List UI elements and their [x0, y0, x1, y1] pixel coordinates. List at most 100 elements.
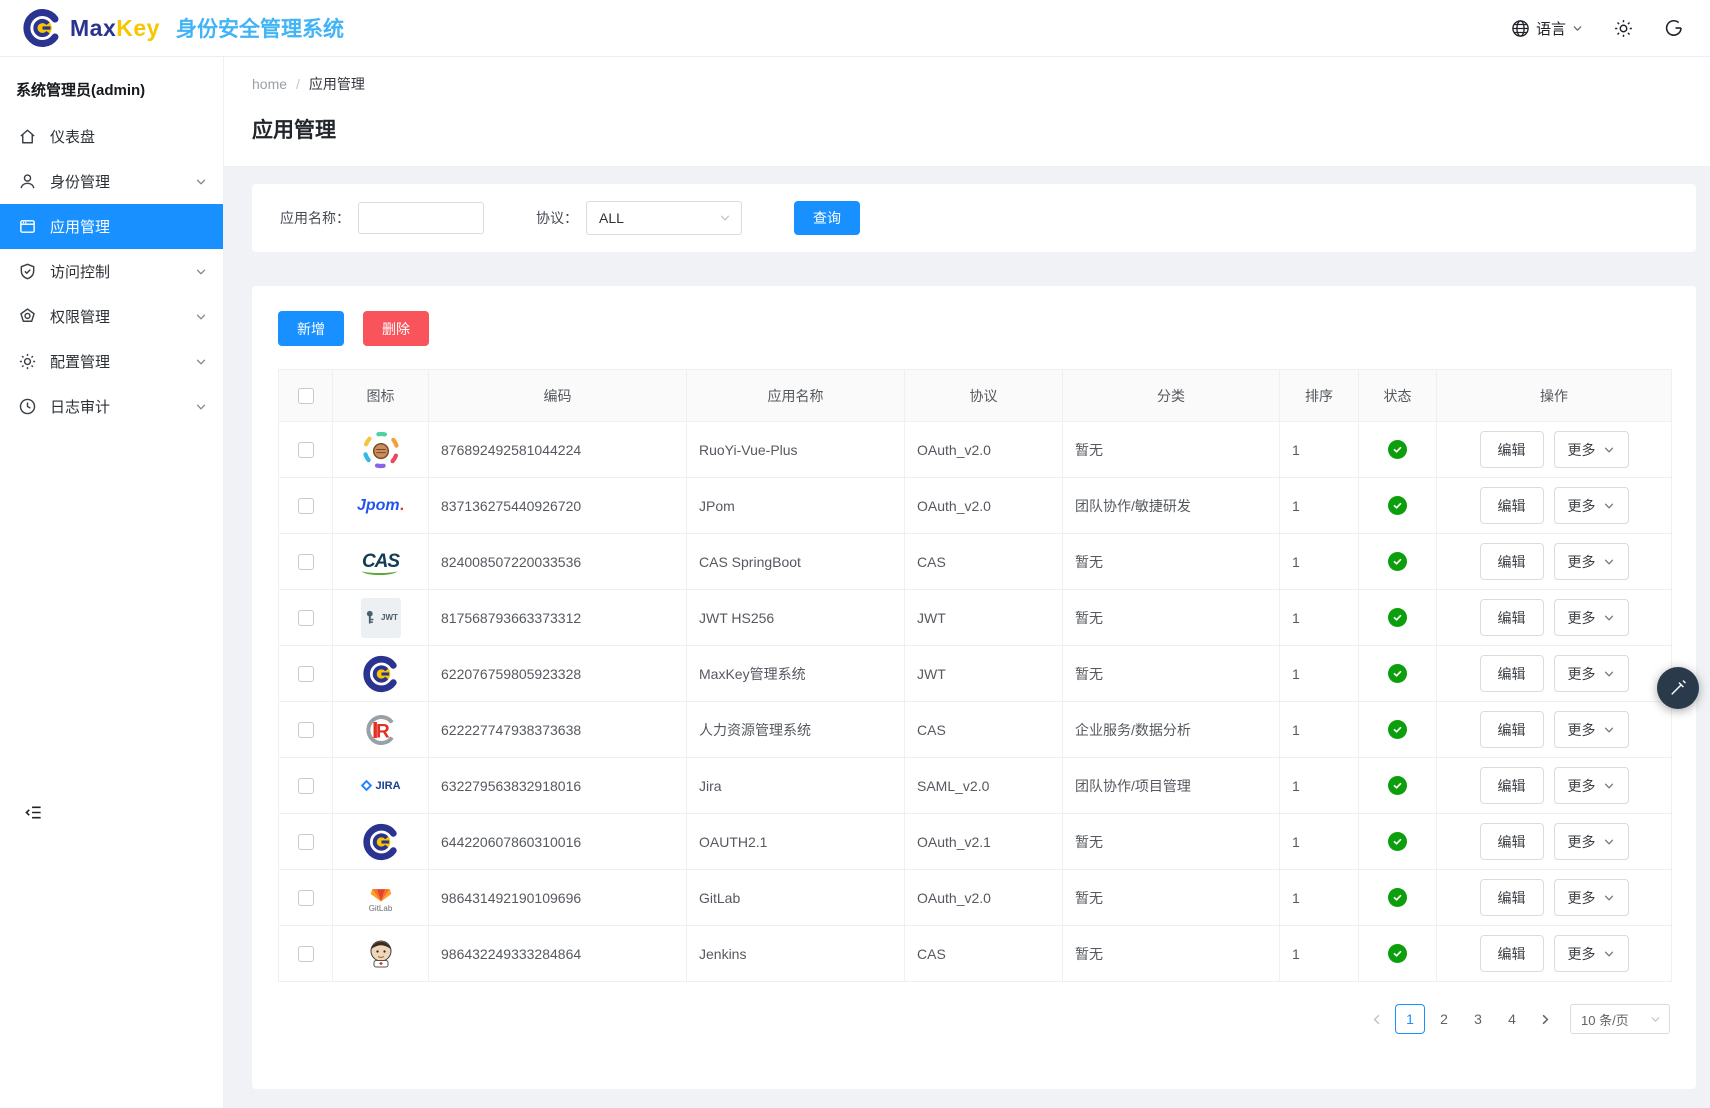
select-all-checkbox[interactable] — [298, 388, 314, 404]
chevron-down-icon — [1603, 724, 1615, 736]
add-button[interactable]: 新增 — [278, 311, 344, 346]
home-icon — [18, 127, 37, 146]
more-button[interactable]: 更多 — [1554, 879, 1629, 916]
edit-button[interactable]: 编辑 — [1480, 655, 1544, 692]
more-button[interactable]: 更多 — [1554, 599, 1629, 636]
app-category: 暂无 — [1063, 814, 1280, 870]
chevron-down-icon — [1603, 892, 1615, 904]
app-category: 暂无 — [1063, 646, 1280, 702]
page-number-4[interactable]: 4 — [1497, 1004, 1527, 1034]
edit-button[interactable]: 编辑 — [1480, 823, 1544, 860]
sidebar-item-audit[interactable]: 日志审计 — [0, 384, 223, 429]
globe-icon — [1511, 19, 1530, 38]
edit-button[interactable]: 编辑 — [1480, 767, 1544, 804]
badge-icon — [18, 307, 37, 326]
row-checkbox[interactable] — [298, 834, 314, 850]
row-checkbox[interactable] — [298, 666, 314, 682]
col-code: 编码 — [429, 370, 687, 422]
more-button[interactable]: 更多 — [1554, 487, 1629, 524]
apps-icon — [18, 217, 37, 236]
current-user-label: 系统管理员(admin) — [0, 57, 223, 114]
chevron-down-icon — [195, 266, 207, 278]
app-icon-maxkey — [359, 652, 403, 696]
edit-button[interactable]: 编辑 — [1480, 487, 1544, 524]
app-category: 暂无 — [1063, 534, 1280, 590]
row-checkbox[interactable] — [298, 610, 314, 626]
app-name: CAS SpringBoot — [687, 534, 905, 590]
app-sort: 1 — [1280, 926, 1359, 982]
app-name: Jira — [687, 758, 905, 814]
edit-button[interactable]: 编辑 — [1480, 879, 1544, 916]
col-category: 分类 — [1063, 370, 1280, 422]
page-size-select[interactable]: 10 条/页 — [1570, 1004, 1670, 1034]
user-icon — [18, 172, 37, 191]
app-protocol: CAS — [905, 534, 1063, 590]
app-code: 986432249333284864 — [429, 926, 687, 982]
chevron-down-icon — [195, 311, 207, 323]
sidebar-item-permission[interactable]: 权限管理 — [0, 294, 223, 339]
breadcrumb-home[interactable]: home — [252, 76, 287, 92]
chevron-down-icon — [1603, 556, 1615, 568]
chevron-down-icon — [195, 356, 207, 368]
app-icon-jpom: Jpom. — [359, 484, 403, 528]
maxkey-logo-icon — [22, 8, 62, 48]
row-checkbox[interactable] — [298, 442, 314, 458]
more-button[interactable]: 更多 — [1554, 655, 1629, 692]
sidebar-item-config[interactable]: 配置管理 — [0, 339, 223, 384]
breadcrumb-current: 应用管理 — [309, 74, 365, 94]
next-page-icon[interactable] — [1535, 1013, 1556, 1026]
edit-button[interactable]: 编辑 — [1480, 711, 1544, 748]
app-name: 人力资源管理系统 — [687, 702, 905, 758]
settings-icon[interactable] — [1613, 18, 1634, 39]
edit-button[interactable]: 编辑 — [1480, 599, 1544, 636]
sidebar-item-apps[interactable]: 应用管理 — [0, 204, 223, 249]
theme-settings-fab[interactable] — [1657, 667, 1699, 709]
search-button[interactable]: 查询 — [794, 201, 860, 235]
logout-icon[interactable] — [1664, 18, 1684, 38]
sidebar-item-dashboard[interactable]: 仪表盘 — [0, 114, 223, 159]
status-enabled-icon — [1388, 552, 1407, 571]
status-enabled-icon — [1388, 776, 1407, 795]
sidebar-item-identity[interactable]: 身份管理 — [0, 159, 223, 204]
edit-button[interactable]: 编辑 — [1480, 935, 1544, 972]
row-checkbox[interactable] — [298, 554, 314, 570]
app-protocol: OAuth_v2.1 — [905, 814, 1063, 870]
delete-button[interactable]: 删除 — [363, 311, 429, 346]
app-sort: 1 — [1280, 478, 1359, 534]
page-number-3[interactable]: 3 — [1463, 1004, 1493, 1034]
row-checkbox[interactable] — [298, 778, 314, 794]
chevron-down-icon — [1603, 780, 1615, 792]
more-button[interactable]: 更多 — [1554, 767, 1629, 804]
more-button[interactable]: 更多 — [1554, 711, 1629, 748]
more-button[interactable]: 更多 — [1554, 823, 1629, 860]
app-code: 622227747938373638 — [429, 702, 687, 758]
app-name-input[interactable] — [358, 202, 484, 234]
prev-page-icon[interactable] — [1366, 1013, 1387, 1026]
header-actions: 语言 — [1511, 18, 1684, 39]
page-number-1[interactable]: 1 — [1395, 1004, 1425, 1034]
app-protocol: OAuth_v2.0 — [905, 870, 1063, 926]
row-checkbox[interactable] — [298, 890, 314, 906]
app-code: 644220607860310016 — [429, 814, 687, 870]
filter-panel: 应用名称： 协议： ALL 查询 — [252, 184, 1696, 252]
app-name: OAUTH2.1 — [687, 814, 905, 870]
collapse-sidebar-icon[interactable] — [24, 803, 43, 822]
edit-button[interactable]: 编辑 — [1480, 543, 1544, 580]
row-checkbox[interactable] — [298, 498, 314, 514]
edit-button[interactable]: 编辑 — [1480, 431, 1544, 468]
protocol-select[interactable]: ALL — [586, 201, 742, 235]
page-number-2[interactable]: 2 — [1429, 1004, 1459, 1034]
more-button[interactable]: 更多 — [1554, 431, 1629, 468]
app-icon-maxkey — [359, 820, 403, 864]
row-checkbox[interactable] — [298, 722, 314, 738]
language-menu[interactable]: 语言 — [1511, 18, 1583, 39]
table-row: 876892492581044224RuoYi-Vue-PlusOAuth_v2… — [279, 422, 1672, 478]
pagination: 1234 10 条/页 — [278, 982, 1670, 1058]
app-category: 暂无 — [1063, 422, 1280, 478]
sidebar-item-access[interactable]: 访问控制 — [0, 249, 223, 294]
more-button[interactable]: 更多 — [1554, 935, 1629, 972]
row-checkbox[interactable] — [298, 946, 314, 962]
app-sort: 1 — [1280, 758, 1359, 814]
app-sort: 1 — [1280, 422, 1359, 478]
more-button[interactable]: 更多 — [1554, 543, 1629, 580]
